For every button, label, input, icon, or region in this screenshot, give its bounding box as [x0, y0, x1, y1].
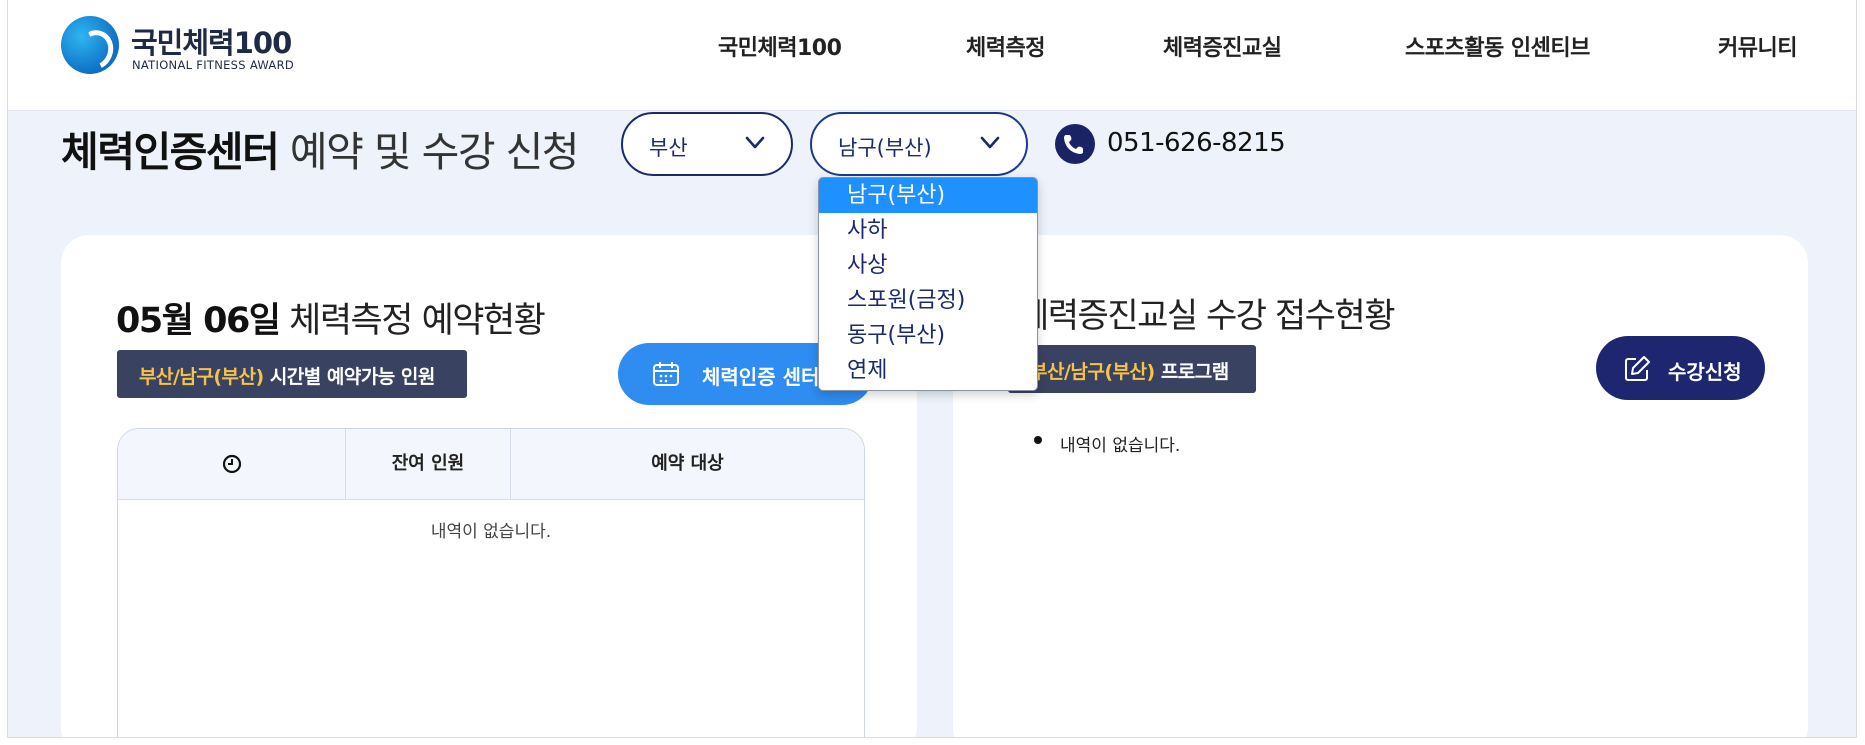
district-select-value: 남구(부산) [838, 136, 932, 160]
region-select-value: 부산 [649, 136, 688, 160]
nav-item-sports-incentive[interactable]: 스포츠활동 인센티브 [1405, 30, 1590, 62]
reservation-date: 05월 06일 [116, 301, 281, 341]
table-header: 잔여 인원 예약 대상 [118, 429, 864, 500]
reservation-date-title: 05월 06일 체력측정 예약현황 [116, 292, 546, 343]
apply-button-label: 수강신청 [1668, 360, 1742, 384]
reservation-title: 체력측정 예약현황 [289, 301, 546, 341]
district-option[interactable]: 사상 [819, 248, 1037, 283]
chevron-down-icon [980, 136, 1000, 149]
district-select[interactable]: 남구(부산) [810, 112, 1028, 176]
nav-item-community[interactable]: 커뮤니티 [1718, 30, 1797, 62]
empty-message: 내역이 없습니다. [430, 522, 552, 542]
badge-location: 부산/남구(부산) [139, 366, 264, 388]
apply-button[interactable]: 수강신청 [1596, 336, 1765, 400]
column-remaining: 잔여 인원 [346, 429, 511, 499]
badge-text: 시간별 예약가능 인원 [269, 366, 436, 388]
district-option[interactable]: 남구(부산) [819, 178, 1037, 213]
district-option[interactable]: 스포원(금정) [819, 283, 1037, 318]
list-bullet [1034, 436, 1042, 444]
calendar-icon [653, 362, 679, 386]
phone-icon [1055, 124, 1095, 164]
edit-icon [1625, 356, 1650, 381]
reservation-table: 잔여 인원 예약 대상 내역이 없습니다. [117, 428, 865, 737]
nav-item-fitness100[interactable]: 국민체력100 [718, 30, 842, 62]
column-target: 예약 대상 [651, 453, 724, 474]
site-header: 국민체력100 NATIONAL FITNESS AWARD 국민체력100 체… [8, 0, 1856, 111]
badge-text: 프로그램 [1160, 361, 1229, 383]
page-title-bold: 체력인증센터 [61, 128, 280, 176]
page-title: 체력인증센터 예약 및 수강 신청 [61, 118, 580, 178]
column-time [118, 429, 346, 499]
phone-number[interactable]: 051-626-8215 [1107, 128, 1286, 158]
region-select[interactable]: 부산 [621, 112, 793, 176]
nav-item-measurement[interactable]: 체력측정 [966, 30, 1045, 62]
program-badge: 부산/남구(부산) 프로그램 [1008, 345, 1256, 393]
page-title-rest: 예약 및 수강 신청 [289, 128, 580, 176]
nav-item-fitness-class[interactable]: 체력증진교실 [1163, 30, 1282, 62]
class-panel-title: 체력증진교실 수강 접수현황 [1018, 296, 1395, 336]
district-option[interactable]: 사하 [819, 213, 1037, 248]
district-option[interactable]: 연제 [819, 353, 1037, 388]
page-frame: 국민체력100 NATIONAL FITNESS AWARD 국민체력100 체… [8, 0, 1856, 737]
chevron-down-icon [745, 136, 765, 149]
district-dropdown-list: 남구(부산) 사하 사상 스포원(금정) 동구(부산) 연제 [818, 177, 1038, 391]
reservation-badge: 부산/남구(부산) 시간별 예약가능 인원 [117, 350, 467, 398]
badge-location: 부산/남구(부산) [1030, 361, 1155, 383]
list-item: 내역이 없습니다. [1060, 436, 1181, 456]
district-option[interactable]: 동구(부산) [819, 318, 1037, 353]
clock-icon [222, 454, 241, 474]
main-nav: 국민체력100 체력측정 체력증진교실 스포츠활동 인센티브 커뮤니티 [8, 30, 1856, 70]
